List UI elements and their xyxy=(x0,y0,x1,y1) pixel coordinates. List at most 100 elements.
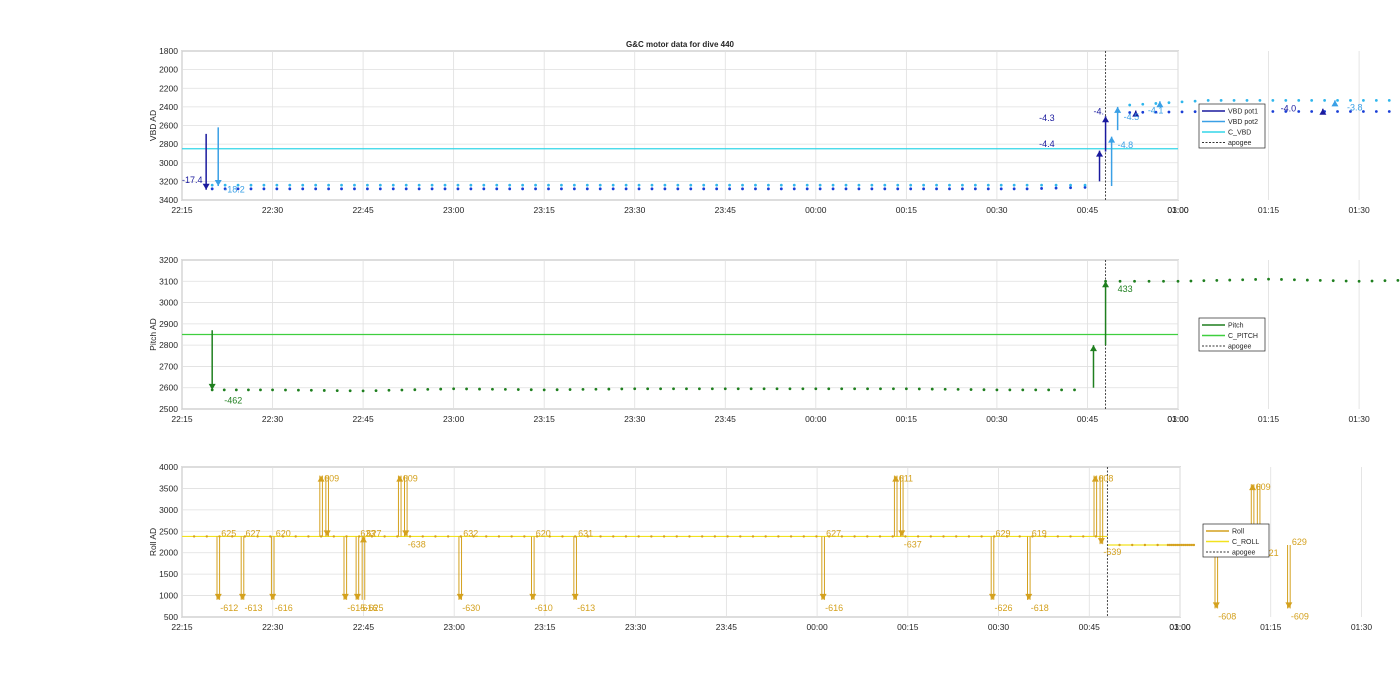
data-point xyxy=(1318,278,1322,282)
data-point xyxy=(1383,279,1387,283)
data-point xyxy=(909,183,913,187)
data-point xyxy=(561,535,564,538)
x-tick-label: 22:45 xyxy=(352,414,374,424)
data-point xyxy=(383,535,386,538)
data-point xyxy=(585,187,589,191)
data-point xyxy=(650,183,654,187)
x-tick-label: 00:15 xyxy=(897,622,919,632)
data-point xyxy=(930,387,934,391)
x-tick-label: 01:30 xyxy=(1351,622,1373,632)
figure-title: G&C motor data for dive 440 xyxy=(626,40,735,49)
marker-label: -616 xyxy=(275,603,293,613)
marker-label: 620 xyxy=(536,528,551,538)
data-point xyxy=(1254,278,1258,281)
data-point xyxy=(417,187,421,191)
data-point xyxy=(762,387,766,391)
y-tick-label: 3500 xyxy=(159,483,178,493)
data-point xyxy=(1040,187,1043,190)
x-tick-label: 23:15 xyxy=(534,205,556,215)
value-annotation: -4. xyxy=(1093,106,1104,116)
data-point xyxy=(465,387,468,391)
data-point xyxy=(322,389,326,392)
value-annotation: -4.8 xyxy=(1118,140,1134,150)
data-point xyxy=(1357,279,1361,283)
data-point xyxy=(896,183,900,187)
legend-label: Pitch xyxy=(1228,323,1244,330)
data-point xyxy=(426,387,430,391)
y-tick-label: 3200 xyxy=(159,255,178,265)
data-point xyxy=(417,183,421,187)
data-point xyxy=(284,388,287,392)
data-point xyxy=(1193,99,1197,103)
data-point xyxy=(929,535,933,538)
data-point xyxy=(247,388,250,392)
data-point xyxy=(508,183,512,187)
value-annotation: -4.0 xyxy=(1281,104,1297,114)
data-point xyxy=(840,387,844,391)
data-point xyxy=(353,183,356,187)
x-tick-label: 00:15 xyxy=(896,414,918,424)
data-point xyxy=(1180,110,1184,114)
data-point xyxy=(689,183,693,187)
data-point xyxy=(676,187,680,191)
data-point xyxy=(896,187,900,191)
value-annotation: -3.8 xyxy=(1347,103,1363,113)
data-point xyxy=(844,183,848,187)
data-point xyxy=(805,183,809,187)
roll-panel: 22:15 22:30 22:45 23:00 23:15 23:30 23:45 00:00… xyxy=(148,462,1373,632)
data-point xyxy=(192,535,196,538)
data-point xyxy=(1069,183,1072,187)
data-point xyxy=(688,535,691,538)
data-point xyxy=(764,535,767,538)
marker-label: 619 xyxy=(1032,528,1047,538)
marker-label: 627 xyxy=(826,528,841,538)
data-point xyxy=(698,387,701,391)
data-point xyxy=(620,387,624,391)
data-point xyxy=(853,535,856,538)
data-point xyxy=(210,187,214,191)
data-point xyxy=(1156,543,1159,547)
data-point xyxy=(598,187,602,191)
legend-label: C_ROLL xyxy=(1232,539,1259,546)
data-point xyxy=(1267,277,1270,281)
data-point xyxy=(430,183,434,187)
value-annotation: -4.5 xyxy=(1124,112,1140,122)
data-point xyxy=(301,183,305,187)
marker-label: 609 xyxy=(403,474,418,484)
data-point xyxy=(1215,278,1219,282)
legend-label: VBD pot2 xyxy=(1228,119,1258,126)
data-point xyxy=(1310,98,1314,102)
x-tick-label: 23:30 xyxy=(625,622,647,632)
data-point xyxy=(917,387,921,391)
data-point xyxy=(288,187,292,191)
y-tick-label: 3400 xyxy=(159,195,178,205)
data-point xyxy=(1362,98,1365,102)
y-tick-label: 1000 xyxy=(159,591,178,601)
data-point xyxy=(663,183,667,187)
data-point xyxy=(624,183,628,187)
value-annotation: -4.3 xyxy=(1039,113,1055,123)
y-axis-label: VBD AD xyxy=(148,110,158,141)
data-point xyxy=(736,387,740,391)
data-point xyxy=(443,183,447,187)
data-point xyxy=(1344,279,1348,283)
data-point xyxy=(942,535,945,538)
data-point xyxy=(844,187,848,191)
data-point xyxy=(986,187,990,191)
data-point xyxy=(883,183,887,187)
data-point xyxy=(802,535,805,538)
y-tick-label: 2800 xyxy=(159,139,178,149)
data-point xyxy=(922,183,926,187)
data-point xyxy=(948,187,951,191)
marker-label: 625 xyxy=(221,528,236,538)
y-tick-label: 500 xyxy=(164,612,178,622)
data-point xyxy=(400,388,404,392)
data-point xyxy=(685,387,688,391)
x-tick-label: 22:30 xyxy=(262,622,284,632)
data-point xyxy=(1305,278,1309,282)
data-point xyxy=(815,535,818,538)
data-point xyxy=(378,183,382,187)
data-point xyxy=(1336,110,1339,113)
y-tick-label: 3000 xyxy=(159,505,178,515)
data-point xyxy=(857,183,861,187)
